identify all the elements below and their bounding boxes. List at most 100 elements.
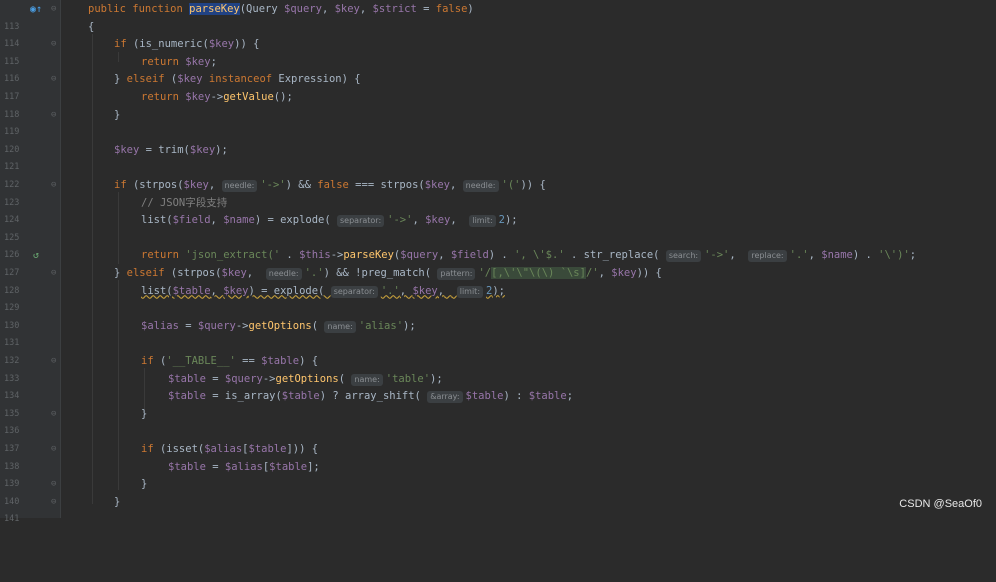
code-text: , xyxy=(321,3,335,15)
code-line[interactable]: 119 ⊖ } xyxy=(0,107,996,138)
code-line[interactable]: 133 ⊖ if ('__TABLE__' == $table) { xyxy=(0,353,996,384)
fold-icon[interactable]: ⊖ xyxy=(51,441,56,459)
keyword: elseif xyxy=(126,73,171,86)
code-text: { xyxy=(88,20,95,33)
code-text: ) = explode( xyxy=(254,214,337,227)
code-line[interactable]: 121 $key = trim($key); xyxy=(0,142,996,173)
variable: $name xyxy=(821,249,853,262)
code-text: ; xyxy=(566,390,574,403)
code-line[interactable]: 113 ◉↑ ⊖ public function parseKey(Query … xyxy=(0,1,996,32)
code-line[interactable]: 125 list($field, $name) = explode( separ… xyxy=(0,212,996,243)
variable: $alias xyxy=(141,319,179,332)
code-text: , xyxy=(450,214,470,227)
code-text: )) { xyxy=(520,179,546,191)
fold-icon[interactable]: ⊖ xyxy=(51,494,56,512)
code-text: ; xyxy=(909,249,917,262)
code-text: ) : xyxy=(503,390,529,403)
keyword: public function xyxy=(88,3,190,15)
variable: $strict xyxy=(372,3,417,15)
override-marker-icon[interactable]: ◉↑ xyxy=(30,1,42,18)
parameter-hint: limit: xyxy=(469,215,496,228)
code-text: -> xyxy=(262,372,276,385)
variable: $key xyxy=(189,143,216,156)
code-line[interactable]: 128 ⊖ } elseif (strpos($key, needle: '.')… xyxy=(0,265,996,296)
keyword: return xyxy=(141,91,186,103)
code-line[interactable]: 138 ⊖ if (isset($alias[$table])) { xyxy=(0,441,996,472)
code-line[interactable]: 115 ⊖ if (is_numeric($key)) { xyxy=(0,36,996,67)
fold-icon[interactable]: ⊖ xyxy=(51,1,56,19)
code-line[interactable]: 123 ⊖ if (strpos($key, needle: '->') && f… xyxy=(0,177,996,208)
code-line[interactable]: 137 xyxy=(0,423,996,454)
code-line[interactable]: 117 ⊖ } elseif ($key instanceof Expressi… xyxy=(0,71,996,102)
watermark: CSDN @SeaOf0 xyxy=(899,498,982,510)
code-text: (isset( xyxy=(159,443,205,455)
code-text: = xyxy=(416,3,436,15)
fold-icon[interactable]: ⊖ xyxy=(51,476,56,494)
function-call: parseKey xyxy=(343,249,394,262)
code-text: , xyxy=(437,284,457,297)
string-literal: '\')' xyxy=(878,249,910,262)
variable: $key xyxy=(208,38,235,51)
variable: $key xyxy=(223,284,249,297)
code-line[interactable]: 139 $table = $alias[$table]; xyxy=(0,459,996,490)
code-text: == xyxy=(235,355,262,367)
code-line[interactable]: 120 xyxy=(0,124,996,155)
parameter-hint: name: xyxy=(324,320,356,333)
fold-icon[interactable]: ⊖ xyxy=(51,265,56,283)
variable: $field xyxy=(450,249,489,262)
fold-icon[interactable]: ⊖ xyxy=(51,107,56,125)
code-line[interactable]: 135 $table = is_array($table) ? array_sh… xyxy=(0,388,996,419)
keyword: if xyxy=(141,443,160,455)
line-number: 141 xyxy=(4,514,20,525)
code-text: , xyxy=(208,179,222,191)
variable: $name xyxy=(223,214,255,227)
code-line[interactable]: 124 // JSON字段支持 xyxy=(0,195,996,226)
string-literal: 'alias' xyxy=(358,319,404,332)
code-line[interactable]: 132 xyxy=(0,335,996,366)
code-line[interactable]: 116 return $key; xyxy=(0,54,996,85)
code-text: ); xyxy=(403,319,416,332)
variable: $key xyxy=(185,55,211,68)
code-line[interactable]: 130 xyxy=(0,300,996,331)
code-text: = trim( xyxy=(139,143,190,156)
recursion-icon[interactable]: ↺ xyxy=(30,247,42,264)
code-line[interactable]: 134 $table = $query->getOptions( name:'t… xyxy=(0,371,996,402)
parameter-hint: name: xyxy=(351,373,383,386)
variable: $query xyxy=(400,249,439,262)
code-line[interactable]: 129 list($table, $key) = explode( separa… xyxy=(0,283,996,314)
variable: $key xyxy=(611,267,637,279)
parameter-hint: separator: xyxy=(330,285,378,298)
string-literal: '/ xyxy=(478,267,492,279)
fold-icon[interactable]: ⊖ xyxy=(51,36,56,54)
code-line[interactable]: 118 return $key->getValue(); xyxy=(0,89,996,120)
string-literal: /' xyxy=(585,267,599,279)
code-line[interactable]: 122 xyxy=(0,159,996,190)
code-text: = xyxy=(205,460,225,473)
code-line[interactable]: 126 xyxy=(0,230,996,260)
parameter-hint: limit: xyxy=(456,285,484,298)
code-text: = xyxy=(178,319,198,332)
variable: $alias xyxy=(224,460,263,473)
fold-icon[interactable]: ⊖ xyxy=(51,71,56,89)
code-line[interactable]: 141 ⊖ } xyxy=(0,494,996,525)
code-text: , xyxy=(359,3,373,15)
code-text: , xyxy=(450,179,463,191)
code-line[interactable]: 140 ⊖ } xyxy=(0,476,996,507)
code-text: , xyxy=(210,284,224,297)
code-line[interactable]: 136 ⊖ } xyxy=(0,406,996,437)
variable: $table xyxy=(528,390,567,403)
code-editor[interactable]: 113 ◉↑ ⊖ public function parseKey(Query … xyxy=(0,0,996,525)
variable: $table xyxy=(269,460,308,473)
fold-icon[interactable]: ⊖ xyxy=(51,353,56,371)
code-text: -> xyxy=(210,91,224,103)
string-literal: 'table' xyxy=(385,372,431,385)
code-text: ( xyxy=(311,319,325,332)
fold-icon[interactable]: ⊖ xyxy=(51,406,56,424)
fold-icon[interactable]: ⊖ xyxy=(51,177,56,195)
code-line[interactable]: 127 ↺ return 'json_extract(' . $this->pa… xyxy=(0,247,996,278)
variable: $table xyxy=(281,390,320,403)
code-line[interactable]: 131 $alias = $query->getOptions( name:'a… xyxy=(0,318,996,349)
string-literal: '.' xyxy=(789,249,809,262)
code-line[interactable]: 114 { xyxy=(0,19,996,50)
variable: $key xyxy=(221,267,247,279)
